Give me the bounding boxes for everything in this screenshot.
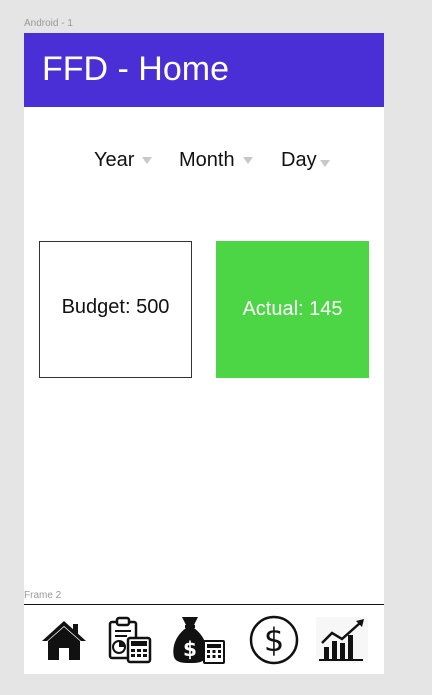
svg-text:$: $ [264,621,284,659]
page-title: FFD - Home [42,50,229,88]
nav-dollar-button[interactable]: $ [246,613,302,667]
money-bag-calculator-icon: $ [173,617,225,664]
app-bar: FFD - Home [24,33,384,107]
chevron-down-icon [142,157,153,164]
nav-home-button[interactable] [36,613,92,667]
nav-growth-button[interactable] [314,613,370,667]
day-dropdown-label: Day [281,149,317,171]
artboard-label: Android - 1 [24,18,73,29]
actual-card: Actual: 145 [216,241,369,378]
nav-report-button[interactable] [102,613,158,667]
year-dropdown-label: Year [94,149,135,171]
month-dropdown-label: Month [179,149,235,171]
chevron-down-icon [319,160,330,167]
home-icon [42,621,86,660]
budget-text: Budget: 500 [61,296,170,318]
bottom-nav: $ $ [24,604,384,674]
svg-text:$: $ [183,637,197,661]
phone-screen: FFD - Home Year Month Day Budget: 500 Ac… [24,33,384,674]
day-dropdown[interactable]: Day [281,149,330,172]
year-dropdown[interactable]: Year [94,149,153,172]
chevron-down-icon [242,157,253,164]
actual-text: Actual: 145 [242,298,343,320]
budget-card: Budget: 500 [39,241,192,378]
frame-label: Frame 2 [24,590,62,601]
month-dropdown[interactable]: Month [179,149,253,172]
dollar-circle-icon: $ [249,615,299,665]
nav-budget-button[interactable]: $ [170,613,226,667]
growth-chart-icon [316,617,368,663]
report-clipboard-calculator-icon [108,616,152,664]
